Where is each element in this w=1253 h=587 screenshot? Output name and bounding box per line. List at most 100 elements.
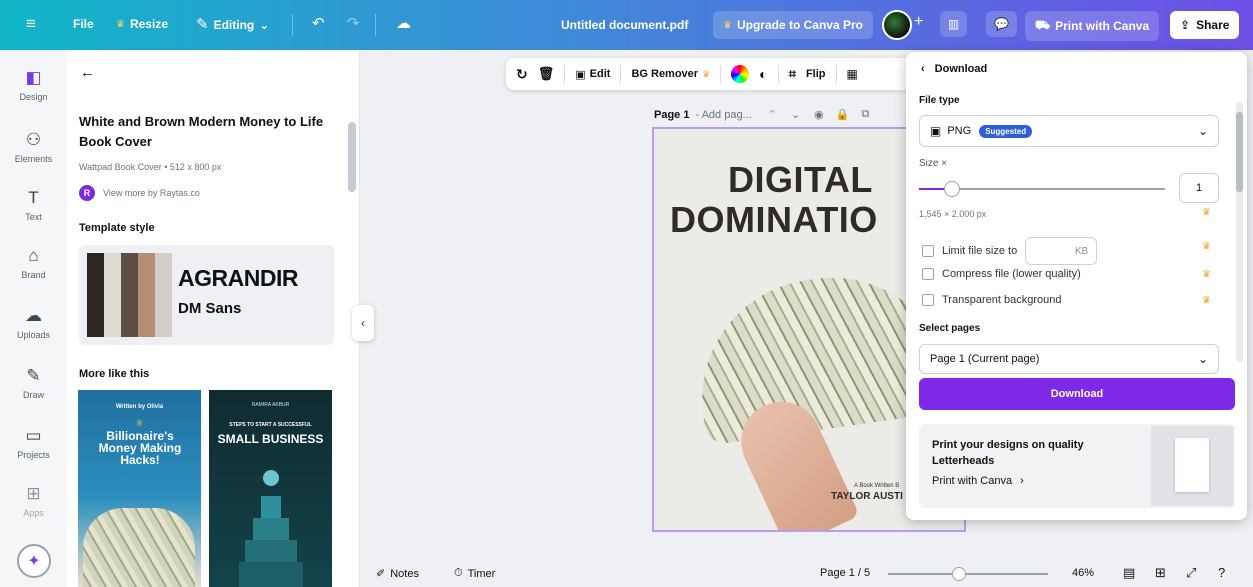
- print-with-canva-button[interactable]: ⛟ Print with Canva: [1025, 11, 1160, 41]
- rail-apps[interactable]: ⊞ Apps: [0, 484, 67, 518]
- download-back-button[interactable]: ‹ Download: [921, 63, 987, 75]
- editing-dropdown[interactable]: ✎ Editing ⌄: [196, 17, 269, 32]
- checkbox[interactable]: [922, 294, 934, 306]
- hide-page-icon[interactable]: ◉: [814, 108, 824, 121]
- redo-icon[interactable]: ↷: [347, 16, 360, 31]
- color-picker-icon[interactable]: [731, 65, 750, 83]
- rail-text[interactable]: T Text: [0, 188, 67, 222]
- print-promo-card[interactable]: Print your designs on quality Letterhead…: [919, 424, 1235, 508]
- notes-button[interactable]: ✐ Notes: [376, 567, 419, 581]
- size-slider[interactable]: [919, 181, 1165, 197]
- file-type-select[interactable]: ▣ PNG Suggested ⌄: [919, 115, 1219, 147]
- flip-button[interactable]: Flip: [806, 68, 826, 80]
- thumb2-kicker: STEPS TO START A SUCCESSFUL: [229, 422, 312, 428]
- edit-button[interactable]: ▣ Edit: [575, 68, 610, 81]
- rail-label: Brand: [21, 270, 46, 280]
- more-like-this-heading: More like this: [79, 368, 150, 380]
- template-thumbnail-1[interactable]: Written by Olivia ♕ Billionaire's Money …: [78, 390, 201, 587]
- add-collaborator-icon[interactable]: +: [914, 13, 923, 31]
- swatch-4: [138, 253, 155, 337]
- duplicate-page-icon[interactable]: ⧉: [861, 108, 869, 121]
- timer-button[interactable]: ⏱ Timer: [454, 567, 495, 580]
- trash-icon[interactable]: 🗑: [538, 66, 555, 82]
- compress-option[interactable]: Compress file (lower quality): [922, 268, 1081, 280]
- grid-view-icon[interactable]: ⊞: [1155, 565, 1166, 581]
- checkbox[interactable]: [922, 268, 934, 280]
- side-rail: ◧ Design ⚇ Elements T Text ⌂ Brand ☁ Upl…: [0, 50, 67, 587]
- avatar[interactable]: [882, 10, 912, 40]
- design-icon: ◧: [25, 68, 42, 87]
- chevron-down-icon[interactable]: ⌄: [791, 108, 800, 121]
- author-link[interactable]: R View more by Raytas.co: [79, 185, 200, 201]
- zoom-slider-knob[interactable]: [952, 567, 966, 581]
- promo-link-label: Print with Canva: [932, 475, 1013, 487]
- rail-brand[interactable]: ⌂ Brand: [0, 246, 67, 280]
- author-name-text[interactable]: TAYLOR AUSTI: [831, 491, 903, 502]
- transparent-background-option[interactable]: Transparent background: [922, 294, 1061, 306]
- download-title: Download: [934, 63, 988, 75]
- rail-label: Text: [25, 212, 42, 222]
- resize-button[interactable]: ♛ Resize: [116, 17, 168, 31]
- file-menu[interactable]: File: [73, 17, 94, 31]
- bg-remover-button[interactable]: BG Remover ♛: [631, 68, 710, 80]
- crown-icon: ♛: [1202, 207, 1211, 218]
- promo-title: Print your designs on quality Letterhead…: [932, 439, 1084, 467]
- rail-draw[interactable]: ✎ Draw: [0, 366, 67, 400]
- undo-icon[interactable]: ↶: [312, 16, 325, 31]
- document-title[interactable]: Untitled document.pdf: [561, 18, 688, 32]
- headline-line1[interactable]: DIGITAL: [728, 159, 873, 201]
- rail-projects[interactable]: ▭ Projects: [0, 426, 67, 460]
- chevron-up-icon[interactable]: ⌃: [768, 108, 777, 121]
- crop-icon[interactable]: ⌗: [789, 66, 796, 82]
- limit-file-size-option[interactable]: Limit file size to KB: [922, 237, 1098, 265]
- size-label: Size ×: [919, 158, 948, 169]
- divider: [620, 65, 622, 83]
- scrollbar-thumb[interactable]: [348, 122, 356, 192]
- checkbox[interactable]: [922, 245, 934, 257]
- lock-icon[interactable]: 🔒: [836, 108, 850, 121]
- divider: [777, 65, 779, 83]
- comments-button[interactable]: 💬: [986, 11, 1017, 37]
- upgrade-button[interactable]: ♛ Upgrade to Canva Pro: [713, 11, 873, 39]
- select-pages-dropdown[interactable]: Page 1 (Current page) ⌄: [919, 344, 1219, 374]
- chevron-down-icon: ⌄: [1197, 352, 1208, 366]
- share-button[interactable]: ⇪ Share: [1170, 11, 1240, 39]
- rail-design[interactable]: ◧ Design: [0, 68, 67, 102]
- template-style-card[interactable]: AGRANDIR DM Sans: [79, 245, 334, 345]
- help-icon[interactable]: ?: [1218, 565, 1225, 580]
- page-grid-view-icon[interactable]: ▤: [1123, 565, 1135, 581]
- rail-elements[interactable]: ⚇ Elements: [0, 130, 67, 164]
- fullscreen-icon[interactable]: ⤢: [1186, 565, 1196, 581]
- download-button[interactable]: Download: [919, 378, 1235, 410]
- template-thumbnail-2[interactable]: RAMIRA AKBUR STEPS TO START A SUCCESSFUL…: [209, 390, 332, 587]
- context-toolbar: ↻ 🗑 ▣ Edit BG Remover ♛ ◐ ⌗ Flip ▦: [506, 58, 926, 90]
- crown-icon: ♛: [723, 19, 732, 31]
- back-arrow-icon[interactable]: ←: [80, 64, 95, 81]
- download-panel-scrollbar[interactable]: [1236, 102, 1243, 362]
- size-value-input[interactable]: 1: [1179, 173, 1219, 203]
- kb-input[interactable]: KB: [1025, 237, 1098, 265]
- promo-link[interactable]: Print with Canva ›: [932, 475, 1024, 487]
- headline-line2[interactable]: DOMINATIO: [670, 199, 878, 241]
- page-title-input[interactable]: - Add pag...: [695, 109, 751, 121]
- collapse-panel-button[interactable]: ‹: [352, 305, 374, 341]
- scrollbar-thumb[interactable]: [1236, 112, 1243, 192]
- timer-label: Timer: [467, 567, 496, 580]
- rail-label: Elements: [14, 154, 53, 164]
- analytics-button[interactable]: ▥: [940, 11, 968, 37]
- rail-uploads[interactable]: ☁ Uploads: [0, 306, 67, 340]
- edit-image-icon: ▣: [575, 68, 586, 81]
- menu-icon[interactable]: ≡: [26, 14, 36, 34]
- rotate-icon[interactable]: ↻: [516, 66, 528, 83]
- page-indicator[interactable]: Page 1 / 5: [820, 567, 870, 579]
- cloud-save-icon[interactable]: ☁: [396, 16, 411, 31]
- magic-sparkle-button[interactable]: ✦: [17, 544, 51, 578]
- panel-scrollbar[interactable]: [348, 102, 356, 587]
- size-slider-knob[interactable]: [943, 181, 960, 197]
- contrast-icon[interactable]: ◐: [759, 66, 767, 82]
- byline-text[interactable]: A Book Written B: [854, 483, 899, 489]
- zoom-level[interactable]: 46%: [1072, 567, 1094, 579]
- transparency-icon[interactable]: ▦: [847, 67, 858, 81]
- zoom-slider[interactable]: [888, 567, 1048, 581]
- editing-label: Editing: [213, 17, 255, 32]
